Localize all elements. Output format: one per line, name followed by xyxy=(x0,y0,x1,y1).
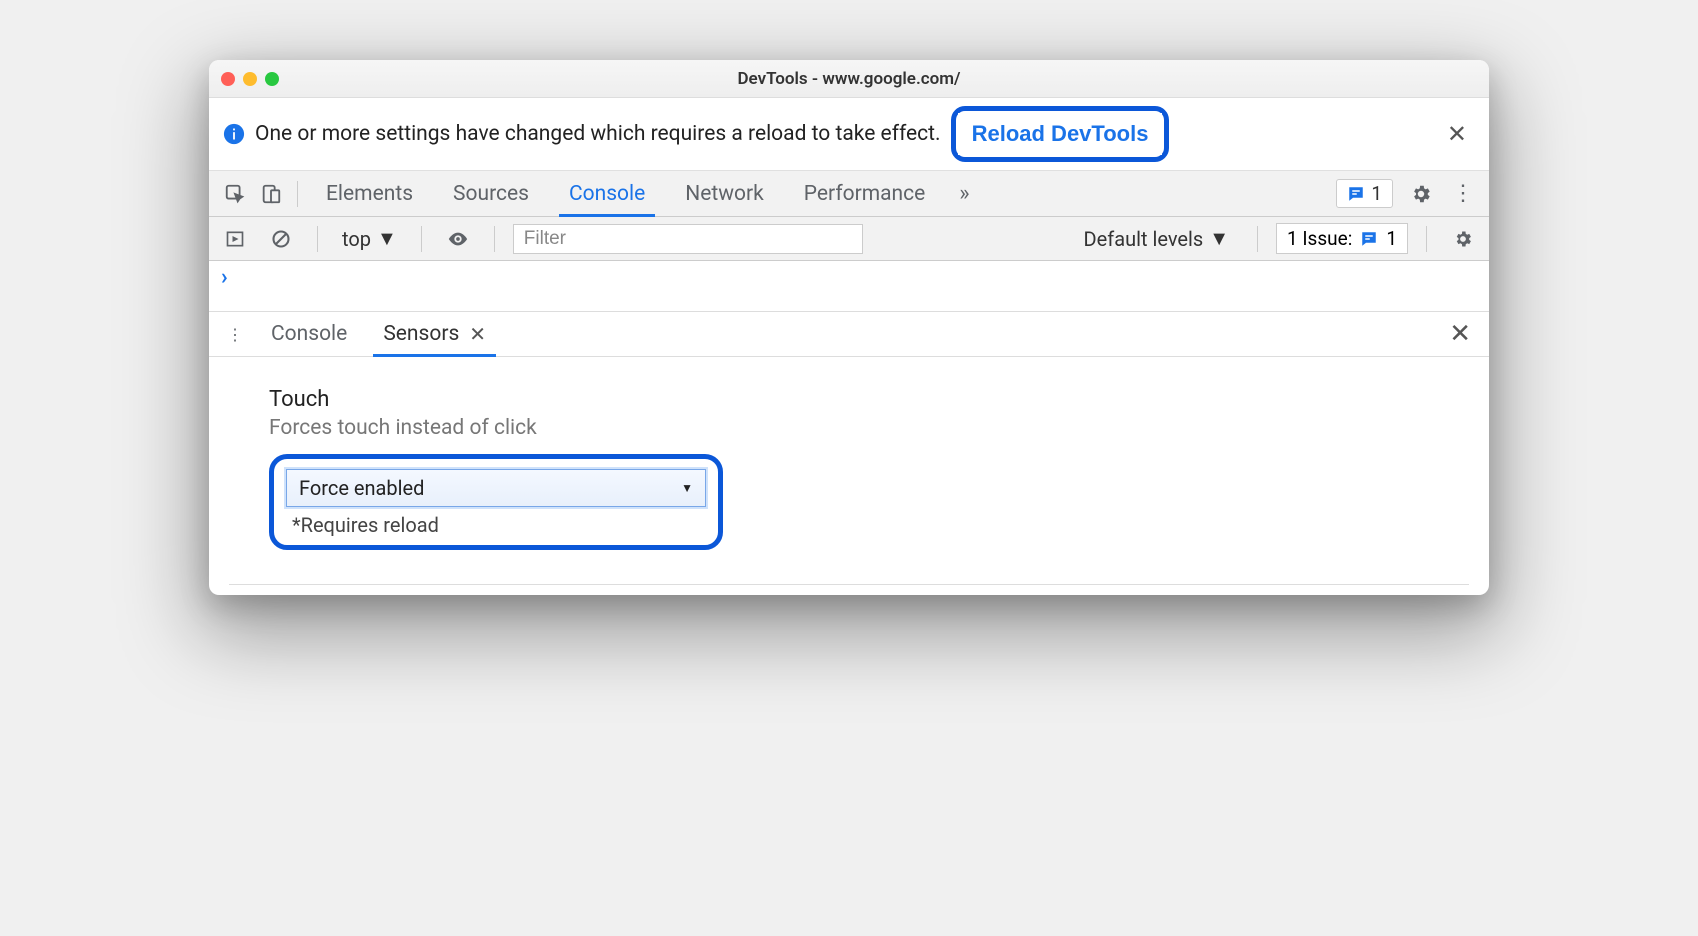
drawer-tab-label: Console xyxy=(271,322,347,346)
dropdown-icon: ▼ xyxy=(1209,226,1229,251)
divider xyxy=(229,584,1469,585)
issue-icon xyxy=(1360,230,1378,248)
tab-elements[interactable]: Elements xyxy=(306,171,433,216)
window-title: DevTools - www.google.com/ xyxy=(209,69,1489,89)
issues-badge[interactable]: 1 xyxy=(1336,179,1393,208)
close-icon[interactable]: ✕ xyxy=(469,322,486,346)
separator xyxy=(1426,226,1427,252)
clear-console-icon[interactable] xyxy=(263,221,299,257)
console-body[interactable]: › xyxy=(209,261,1489,311)
drawer-close-button[interactable]: ✕ xyxy=(1439,319,1481,349)
issues-pill[interactable]: 1 Issue: 1 xyxy=(1276,223,1408,254)
titlebar: DevTools - www.google.com/ xyxy=(209,60,1489,98)
filter-input[interactable] xyxy=(513,224,863,254)
log-levels-selector[interactable]: Default levels ▼ xyxy=(1084,226,1229,251)
drawer-tab-label: Sensors xyxy=(383,322,459,346)
separator xyxy=(1257,226,1258,252)
drawer-tab-sensors[interactable]: Sensors ✕ xyxy=(365,312,504,356)
separator xyxy=(317,226,318,252)
reload-infobar: One or more settings have changed which … xyxy=(209,98,1489,171)
issue-icon xyxy=(1347,185,1365,203)
tab-sources[interactable]: Sources xyxy=(433,171,549,216)
tab-performance[interactable]: Performance xyxy=(784,171,945,216)
minimize-window-icon[interactable] xyxy=(243,72,257,86)
touch-select-highlight: Force enabled ▼ *Requires reload xyxy=(269,454,723,550)
drawer-tab-console[interactable]: Console xyxy=(253,312,365,356)
console-prompt-icon: › xyxy=(221,265,228,290)
separator xyxy=(421,226,422,252)
device-toggle-icon[interactable] xyxy=(253,176,289,212)
console-sidebar-toggle-icon[interactable] xyxy=(217,221,253,257)
console-settings-gear-icon[interactable] xyxy=(1445,221,1481,257)
tab-network[interactable]: Network xyxy=(665,171,784,216)
devtools-window: DevTools - www.google.com/ One or more s… xyxy=(209,60,1489,595)
tabs-overflow-button[interactable]: » xyxy=(945,181,983,206)
drawer-more-icon[interactable]: ⋮ xyxy=(217,316,253,352)
inspect-icon[interactable] xyxy=(217,176,253,212)
maximize-window-icon[interactable] xyxy=(265,72,279,86)
live-expression-icon[interactable] xyxy=(440,221,476,257)
dropdown-icon: ▼ xyxy=(681,481,693,495)
window-controls xyxy=(221,72,279,86)
tab-console[interactable]: Console xyxy=(549,171,665,216)
settings-gear-icon[interactable] xyxy=(1403,176,1439,212)
info-icon xyxy=(223,123,245,145)
touch-setting-subtitle: Forces touch instead of click xyxy=(269,416,1429,440)
requires-reload-note: *Requires reload xyxy=(286,513,706,537)
touch-setting-title: Touch xyxy=(269,387,1429,412)
levels-label: Default levels xyxy=(1084,227,1204,251)
touch-select[interactable]: Force enabled ▼ xyxy=(286,469,706,507)
touch-select-value: Force enabled xyxy=(299,476,424,500)
infobar-message: One or more settings have changed which … xyxy=(255,122,941,146)
issues-label: 1 Issue: xyxy=(1287,227,1352,250)
separator xyxy=(297,181,298,207)
close-window-icon[interactable] xyxy=(221,72,235,86)
separator xyxy=(494,226,495,252)
context-value: top xyxy=(342,227,371,251)
main-tabstrip: Elements Sources Console Network Perform… xyxy=(209,171,1489,217)
drawer-tabstrip: ⋮ Console Sensors ✕ ✕ xyxy=(209,311,1489,357)
sensors-panel: Touch Forces touch instead of click Forc… xyxy=(209,357,1489,570)
infobar-close-button[interactable]: ✕ xyxy=(1439,120,1475,148)
context-selector[interactable]: top ▼ xyxy=(336,226,403,251)
reload-highlight: Reload DevTools xyxy=(951,106,1170,162)
issues-count: 1 xyxy=(1371,182,1382,205)
issues-count: 1 xyxy=(1386,227,1397,250)
reload-devtools-button[interactable]: Reload DevTools xyxy=(958,113,1163,155)
more-menu-icon[interactable]: ⋮ xyxy=(1445,176,1481,212)
console-toolbar: top ▼ Default levels ▼ 1 Issue: 1 xyxy=(209,217,1489,261)
dropdown-icon: ▼ xyxy=(377,226,397,251)
